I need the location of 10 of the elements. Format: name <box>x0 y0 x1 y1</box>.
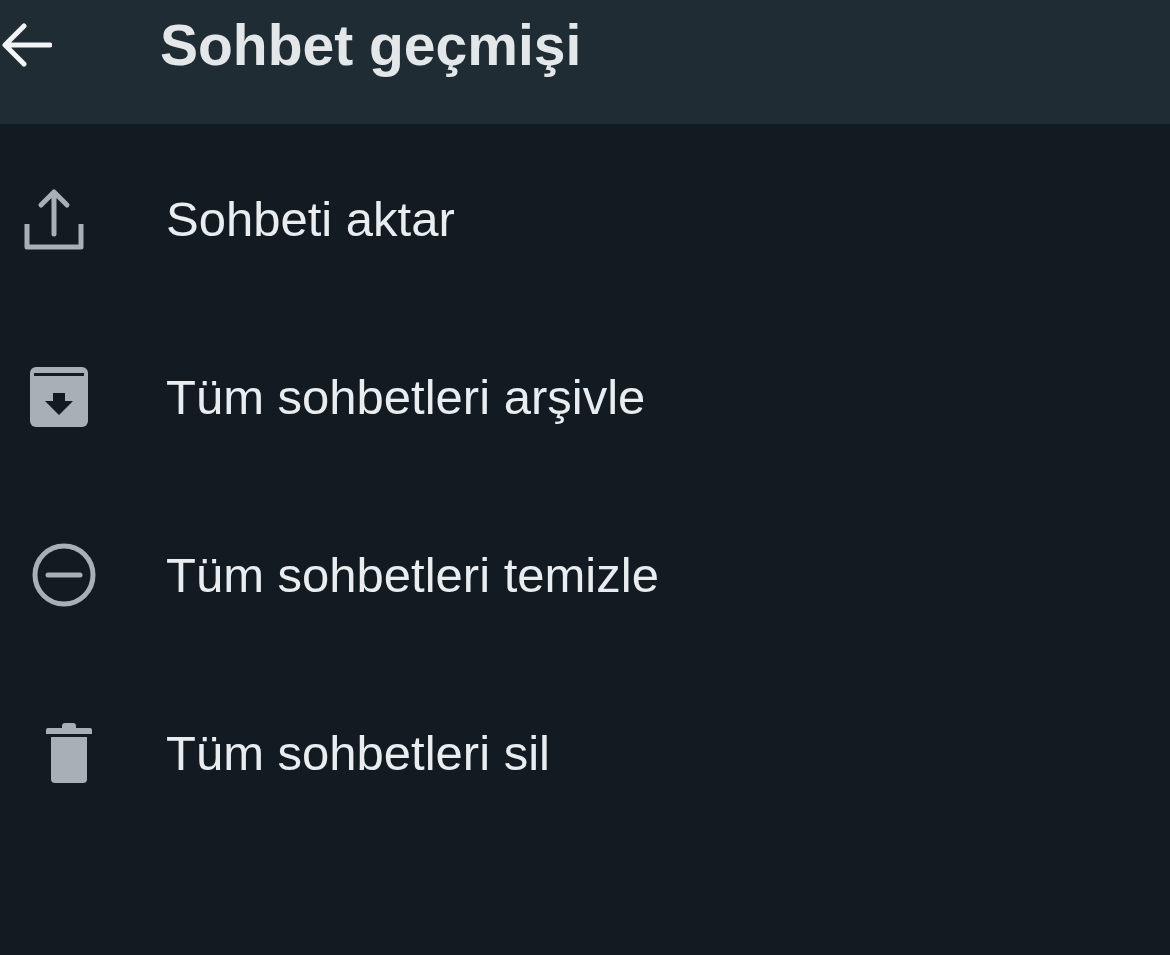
minus-circle-icon <box>32 543 96 607</box>
menu-item[interactable]: Tüm sohbetleri arşivle <box>0 308 1170 486</box>
archive-icon <box>30 367 88 427</box>
menu-item[interactable]: Tüm sohbetleri sil <box>0 664 1170 842</box>
trash-icon <box>46 723 92 783</box>
menu-item[interactable]: Sohbeti aktar <box>0 130 1170 308</box>
share-upload-icon <box>24 188 84 250</box>
menu-item[interactable]: Tüm sohbetleri temizle <box>0 486 1170 664</box>
page-title: Sohbet geçmişi <box>160 12 582 78</box>
back-arrow-icon <box>2 22 52 68</box>
